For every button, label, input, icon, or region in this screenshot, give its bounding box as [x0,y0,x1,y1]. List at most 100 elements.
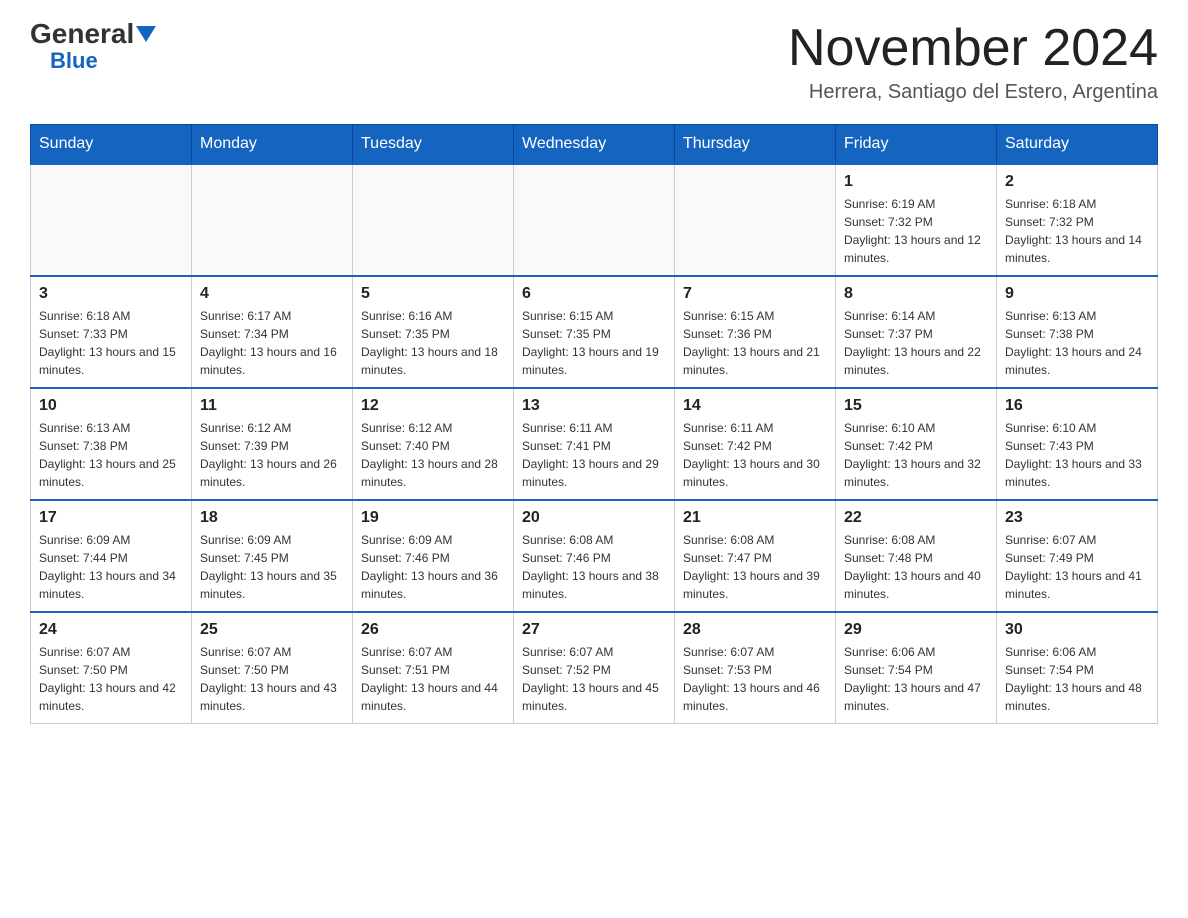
calendar-week-row: 24 Sunrise: 6:07 AMSunset: 7:50 PMDayligh… [31,612,1158,724]
logo-blue-text: Blue [50,48,98,74]
day-number: 27 [522,621,666,639]
day-info: Sunrise: 6:06 AMSunset: 7:54 PMDaylight:… [844,643,988,715]
calendar-week-row: 17Sunrise: 6:09 AMSunset: 7:44 PMDayligh… [31,500,1158,612]
day-number: 17 [39,509,183,527]
day-info: Sunrise: 6:15 AMSunset: 7:36 PMDaylight:… [683,307,827,379]
day-info: Sunrise: 6:08 AMSunset: 7:46 PMDaylight:… [522,531,666,603]
calendar-cell: 13 Sunrise: 6:11 AMSunset: 7:41 PMDayligh… [514,388,675,500]
title-area: November 2024 Herrera, Santiago del Este… [788,20,1158,104]
calendar-cell: 28 Sunrise: 6:07 AMSunset: 7:53 PMDayligh… [675,612,836,724]
calendar-day-header: Saturday [997,125,1158,165]
calendar-cell [31,164,192,276]
main-title: November 2024 [788,20,1158,77]
calendar-cell: 23 Sunrise: 6:07 AMSunset: 7:49 PMDayligh… [997,500,1158,612]
day-number: 10 [39,397,183,415]
calendar-cell: 3Sunrise: 6:18 AMSunset: 7:33 PMDaylight… [31,276,192,388]
calendar-cell: 12 Sunrise: 6:12 AMSunset: 7:40 PMDayligh… [353,388,514,500]
day-number: 25 [200,621,344,639]
calendar-day-header: Sunday [31,125,192,165]
day-info: Sunrise: 6:13 AMSunset: 7:38 PMDaylight:… [1005,307,1149,379]
calendar-cell: 17Sunrise: 6:09 AMSunset: 7:44 PMDayligh… [31,500,192,612]
day-info: Sunrise: 6:12 AMSunset: 7:40 PMDaylight:… [361,419,505,491]
day-number: 23 [1005,509,1149,527]
day-info: Sunrise: 6:10 AMSunset: 7:43 PMDaylight:… [1005,419,1149,491]
calendar-cell: 26Sunrise: 6:07 AMSunset: 7:51 PMDayligh… [353,612,514,724]
day-info: Sunrise: 6:10 AMSunset: 7:42 PMDaylight:… [844,419,988,491]
calendar-day-header: Friday [836,125,997,165]
logo: General Blue [30,20,156,74]
calendar-cell: 7 Sunrise: 6:15 AMSunset: 7:36 PMDaylight… [675,276,836,388]
calendar-cell: 11 Sunrise: 6:12 AMSunset: 7:39 PMDayligh… [192,388,353,500]
calendar-day-header: Thursday [675,125,836,165]
day-info: Sunrise: 6:12 AMSunset: 7:39 PMDaylight:… [200,419,344,491]
day-number: 15 [844,397,988,415]
calendar-cell: 10 Sunrise: 6:13 AMSunset: 7:38 PMDayligh… [31,388,192,500]
calendar-cell: 4 Sunrise: 6:17 AMSunset: 7:34 PMDaylight… [192,276,353,388]
calendar-day-header: Wednesday [514,125,675,165]
subtitle: Herrera, Santiago del Estero, Argentina [788,81,1158,104]
day-info: Sunrise: 6:08 AMSunset: 7:47 PMDaylight:… [683,531,827,603]
day-info: Sunrise: 6:13 AMSunset: 7:38 PMDaylight:… [39,419,183,491]
calendar-cell [192,164,353,276]
calendar-cell: 14Sunrise: 6:11 AMSunset: 7:42 PMDayligh… [675,388,836,500]
day-info: Sunrise: 6:09 AMSunset: 7:45 PMDaylight:… [200,531,344,603]
day-info: Sunrise: 6:19 AMSunset: 7:32 PMDaylight:… [844,195,988,267]
day-info: Sunrise: 6:17 AMSunset: 7:34 PMDaylight:… [200,307,344,379]
day-number: 3 [39,285,183,303]
day-info: Sunrise: 6:08 AMSunset: 7:48 PMDaylight:… [844,531,988,603]
day-info: Sunrise: 6:07 AMSunset: 7:53 PMDaylight:… [683,643,827,715]
calendar-cell: 5 Sunrise: 6:16 AMSunset: 7:35 PMDaylight… [353,276,514,388]
calendar-cell: 8Sunrise: 6:14 AMSunset: 7:37 PMDaylight… [836,276,997,388]
day-number: 28 [683,621,827,639]
calendar-cell: 2 Sunrise: 6:18 AMSunset: 7:32 PMDaylight… [997,164,1158,276]
day-info: Sunrise: 6:07 AMSunset: 7:49 PMDaylight:… [1005,531,1149,603]
calendar-cell [353,164,514,276]
day-info: Sunrise: 6:15 AMSunset: 7:35 PMDaylight:… [522,307,666,379]
calendar-cell: 24 Sunrise: 6:07 AMSunset: 7:50 PMDayligh… [31,612,192,724]
day-number: 1 [844,173,988,191]
day-number: 13 [522,397,666,415]
calendar-header-row: SundayMondayTuesdayWednesdayThursdayFrid… [31,125,1158,165]
day-info: Sunrise: 6:18 AMSunset: 7:32 PMDaylight:… [1005,195,1149,267]
day-info: Sunrise: 6:07 AMSunset: 7:52 PMDaylight:… [522,643,666,715]
day-number: 11 [200,397,344,415]
day-number: 9 [1005,285,1149,303]
day-number: 7 [683,285,827,303]
day-number: 18 [200,509,344,527]
calendar-cell: 9 Sunrise: 6:13 AMSunset: 7:38 PMDaylight… [997,276,1158,388]
calendar-cell: 29 Sunrise: 6:06 AMSunset: 7:54 PMDayligh… [836,612,997,724]
day-number: 12 [361,397,505,415]
calendar-cell: 1 Sunrise: 6:19 AMSunset: 7:32 PMDaylight… [836,164,997,276]
day-number: 21 [683,509,827,527]
calendar-week-row: 10 Sunrise: 6:13 AMSunset: 7:38 PMDayligh… [31,388,1158,500]
calendar-cell [675,164,836,276]
day-number: 19 [361,509,505,527]
day-number: 22 [844,509,988,527]
day-info: Sunrise: 6:07 AMSunset: 7:50 PMDaylight:… [39,643,183,715]
day-info: Sunrise: 6:14 AMSunset: 7:37 PMDaylight:… [844,307,988,379]
day-number: 14 [683,397,827,415]
calendar-week-row: 1 Sunrise: 6:19 AMSunset: 7:32 PMDaylight… [31,164,1158,276]
day-info: Sunrise: 6:07 AMSunset: 7:50 PMDaylight:… [200,643,344,715]
calendar-cell: 22 Sunrise: 6:08 AMSunset: 7:48 PMDayligh… [836,500,997,612]
day-number: 24 [39,621,183,639]
calendar-cell: 15 Sunrise: 6:10 AMSunset: 7:42 PMDayligh… [836,388,997,500]
calendar-cell: 21 Sunrise: 6:08 AMSunset: 7:47 PMDayligh… [675,500,836,612]
calendar-cell: 16Sunrise: 6:10 AMSunset: 7:43 PMDayligh… [997,388,1158,500]
day-info: Sunrise: 6:16 AMSunset: 7:35 PMDaylight:… [361,307,505,379]
day-info: Sunrise: 6:07 AMSunset: 7:51 PMDaylight:… [361,643,505,715]
day-info: Sunrise: 6:06 AMSunset: 7:54 PMDaylight:… [1005,643,1149,715]
day-number: 4 [200,285,344,303]
day-number: 2 [1005,173,1149,191]
day-number: 30 [1005,621,1149,639]
day-info: Sunrise: 6:11 AMSunset: 7:41 PMDaylight:… [522,419,666,491]
day-number: 5 [361,285,505,303]
calendar-cell: 30 Sunrise: 6:06 AMSunset: 7:54 PMDayligh… [997,612,1158,724]
calendar-day-header: Tuesday [353,125,514,165]
calendar-day-header: Monday [192,125,353,165]
calendar-cell: 25 Sunrise: 6:07 AMSunset: 7:50 PMDayligh… [192,612,353,724]
page-header: General Blue November 2024 Herrera, Sant… [30,20,1158,104]
calendar-cell: 27 Sunrise: 6:07 AMSunset: 7:52 PMDayligh… [514,612,675,724]
calendar-cell: 19Sunrise: 6:09 AMSunset: 7:46 PMDayligh… [353,500,514,612]
day-number: 29 [844,621,988,639]
